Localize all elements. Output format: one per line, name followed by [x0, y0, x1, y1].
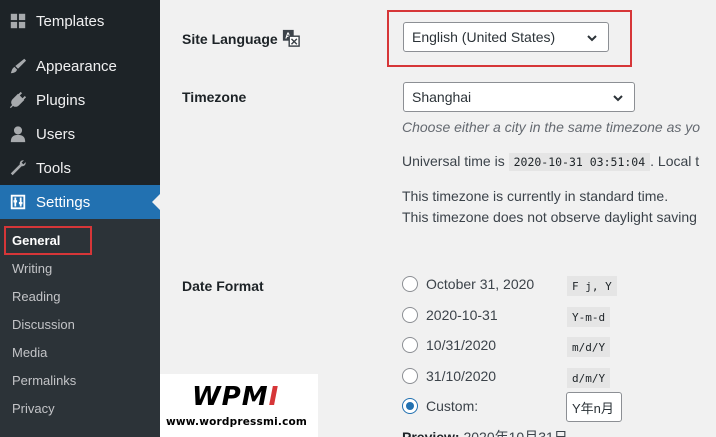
wpmi-logo: WPMI www.wordpressmi.com [160, 374, 318, 437]
admin-sidebar: Templates Appearance Plugins Users Tools… [0, 0, 160, 437]
menu-item-appearance[interactable]: Appearance [0, 49, 160, 83]
date-format-radio-custom[interactable] [402, 398, 418, 414]
menu-label: Plugins [36, 91, 86, 109]
date-format-code: F j, Y [567, 276, 617, 296]
submenu-item-media[interactable]: Media [12, 345, 47, 360]
settings-icon [8, 192, 28, 212]
custom-date-format-input[interactable]: Y年n月 [566, 392, 622, 422]
date-format-radio[interactable] [402, 337, 418, 353]
date-format-option-label[interactable]: Custom: [426, 398, 478, 414]
date-format-code: d/m/Y [567, 368, 611, 388]
universal-time-line: Universal time is 2020-10-31 03:51:04. L… [402, 153, 700, 171]
dst-note: This timezone does not observe daylight … [402, 209, 697, 225]
menu-label: Tools [36, 159, 72, 177]
user-icon [8, 124, 28, 144]
menu-label: Users [36, 125, 76, 143]
menu-label: Appearance [36, 57, 117, 75]
date-format-radio[interactable] [402, 368, 418, 384]
submenu-item-privacy[interactable]: Privacy [12, 401, 55, 416]
logo-url: www.wordpressmi.com [166, 416, 308, 428]
plug-icon [8, 90, 28, 110]
date-format-label: Date Format [182, 278, 264, 294]
submenu-item-writing[interactable]: Writing [12, 261, 52, 276]
general-highlight-box [4, 226, 92, 255]
submenu-item-permalinks[interactable]: Permalinks [12, 373, 76, 388]
date-format-code: Y-m-d [567, 307, 611, 327]
date-format-option-label[interactable]: 2020-10-31 [426, 307, 498, 323]
timezone-select[interactable]: Shanghai [403, 82, 635, 112]
timezone-value: Shanghai [412, 89, 472, 105]
date-format-radio[interactable] [402, 276, 418, 292]
timezone-hint: Choose either a city in the same timezon… [402, 119, 701, 135]
date-format-option-label[interactable]: 10/31/2020 [426, 337, 496, 353]
menu-label: Settings [36, 193, 91, 211]
date-format-code: m/d/Y [567, 337, 611, 357]
date-format-option-label[interactable]: 31/10/2020 [426, 368, 496, 384]
menu-item-tools[interactable]: Tools [0, 151, 160, 185]
brush-icon [8, 56, 28, 76]
menu-item-settings[interactable]: Settings [0, 185, 160, 219]
submenu-item-reading[interactable]: Reading [12, 289, 60, 304]
submenu-item-discussion[interactable]: Discussion [12, 317, 75, 332]
logo-mark: WPMI [192, 382, 280, 412]
timezone-label: Timezone [182, 89, 247, 105]
standard-time-note: This timezone is currently in standard t… [402, 188, 669, 204]
active-indicator [152, 194, 160, 210]
date-preview: Preview: 2020年10月31日 [402, 429, 568, 437]
menu-label: Templates [36, 12, 105, 30]
menu-item-templates[interactable]: Templates [0, 4, 160, 38]
menu-item-users[interactable]: Users [0, 117, 160, 151]
translation-icon: A [282, 29, 300, 47]
site-language-highlight-box [387, 10, 632, 67]
settings-content: Site Language A English (United States) T… [160, 0, 716, 437]
universal-time-code: 2020-10-31 03:51:04 [508, 153, 651, 171]
date-format-radio[interactable] [402, 307, 418, 323]
site-language-label: Site Language A [182, 29, 300, 47]
wrench-icon [8, 158, 28, 178]
date-format-option-label[interactable]: October 31, 2020 [426, 276, 534, 292]
menu-item-plugins[interactable]: Plugins [0, 83, 160, 117]
templates-icon [8, 11, 28, 31]
chevron-down-icon [613, 95, 623, 102]
